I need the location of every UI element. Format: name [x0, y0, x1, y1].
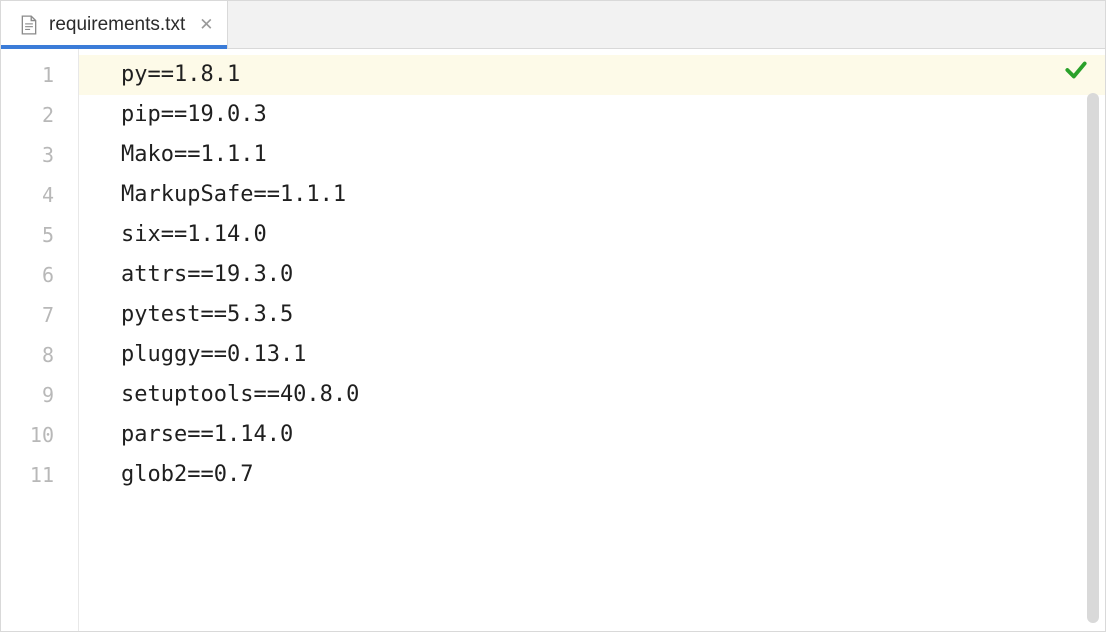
editor: 1234567891011 py==1.8.1pip==19.0.3Mako==… — [1, 49, 1105, 631]
line-number: 3 — [1, 135, 78, 175]
line-number: 8 — [1, 335, 78, 375]
code-area[interactable]: py==1.8.1pip==19.0.3Mako==1.1.1MarkupSaf… — [79, 49, 1105, 631]
code-line[interactable]: MarkupSafe==1.1.1 — [121, 175, 1105, 215]
scrollbar[interactable] — [1087, 93, 1099, 623]
line-number: 10 — [1, 415, 78, 455]
code-line[interactable]: glob2==0.7 — [121, 455, 1105, 495]
gutter: 1234567891011 — [1, 49, 79, 631]
line-number: 2 — [1, 95, 78, 135]
check-icon — [1063, 57, 1089, 83]
line-number: 1 — [1, 55, 78, 95]
code-line[interactable]: six==1.14.0 — [121, 215, 1105, 255]
line-number: 4 — [1, 175, 78, 215]
code-line[interactable]: pytest==5.3.5 — [121, 295, 1105, 335]
tab-requirements[interactable]: requirements.txt ✕ — [1, 1, 228, 48]
code-line[interactable]: parse==1.14.0 — [121, 415, 1105, 455]
code-line[interactable]: attrs==19.3.0 — [121, 255, 1105, 295]
file-text-icon — [19, 14, 39, 36]
line-number: 11 — [1, 455, 78, 495]
line-number: 7 — [1, 295, 78, 335]
tab-label: requirements.txt — [49, 14, 185, 36]
code-line[interactable]: setuptools==40.8.0 — [121, 375, 1105, 415]
line-number: 5 — [1, 215, 78, 255]
close-icon[interactable]: ✕ — [199, 16, 213, 33]
line-number: 6 — [1, 255, 78, 295]
code-line[interactable]: pluggy==0.13.1 — [121, 335, 1105, 375]
scrollbar-thumb[interactable] — [1087, 93, 1099, 623]
code-line[interactable]: Mako==1.1.1 — [121, 135, 1105, 175]
code-line[interactable]: pip==19.0.3 — [121, 95, 1105, 135]
code-line[interactable]: py==1.8.1 — [79, 55, 1105, 95]
line-number: 9 — [1, 375, 78, 415]
tab-bar: requirements.txt ✕ — [1, 1, 1105, 49]
